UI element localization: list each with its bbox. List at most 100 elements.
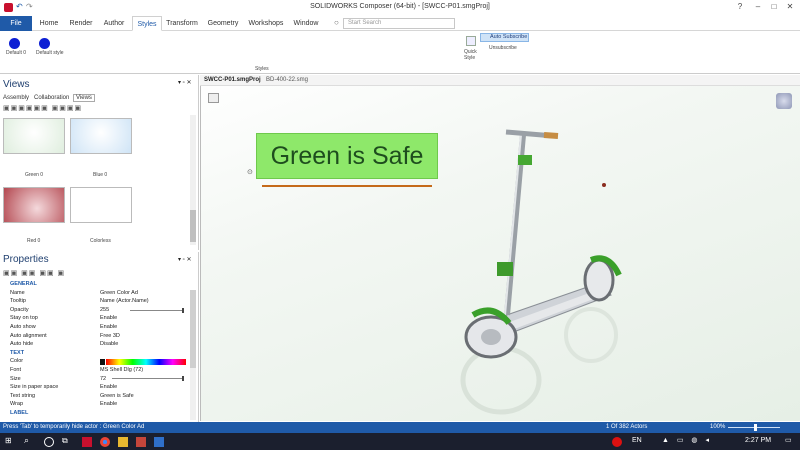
composer-taskbar-icon[interactable] <box>82 437 92 447</box>
style-swatch-default-style[interactable] <box>39 38 50 49</box>
tab-geometry[interactable]: Geometry <box>204 16 242 31</box>
tab-window[interactable]: Window <box>290 16 322 31</box>
tab-views[interactable]: Views <box>73 94 95 102</box>
property-section[interactable]: TEXT <box>4 350 190 358</box>
cortana-icon[interactable] <box>44 437 54 447</box>
property-key: Auto hide <box>10 341 34 348</box>
search-icon[interactable]: ⌕ <box>24 435 34 445</box>
tab-author[interactable]: Author <box>98 16 130 31</box>
property-value[interactable]: MS Shell Dlg (72) <box>100 367 143 373</box>
view-thumb-green[interactable] <box>3 118 65 154</box>
property-row[interactable]: Wrap Enable <box>4 401 190 409</box>
properties-toolbar[interactable]: ▣▣ ▣▣ ▣▣ ▣ <box>3 269 65 277</box>
properties-scrollbar[interactable] <box>190 290 196 420</box>
property-value[interactable]: 255 <box>100 307 109 313</box>
property-value[interactable]: Free 3D <box>100 333 120 339</box>
property-row[interactable]: Size 72 <box>4 376 190 384</box>
property-key: LABEL <box>10 410 29 416</box>
close-button[interactable]: ✕ <box>780 2 800 14</box>
tab-collaboration[interactable]: Collaboration <box>34 95 69 101</box>
property-key: TEXT <box>10 349 25 356</box>
opacity-slider[interactable] <box>130 308 184 313</box>
property-key: Text string <box>10 392 36 399</box>
view-thumb-red[interactable] <box>3 187 65 223</box>
property-value[interactable]: Enable <box>100 384 117 390</box>
property-row[interactable]: Auto hide Disable <box>4 341 190 349</box>
zoom-slider[interactable] <box>728 424 780 431</box>
property-row[interactable]: Stay on top Enable <box>4 315 190 323</box>
property-section[interactable]: GENERAL <box>4 281 190 289</box>
styles-group-label: Styles <box>255 66 269 72</box>
help-icon[interactable]: ? <box>730 2 750 14</box>
unsubscribe-button[interactable]: Unsubscribe <box>489 45 517 51</box>
property-value[interactable]: Disable <box>100 341 118 347</box>
quick-style-icon[interactable] <box>466 36 476 46</box>
views-toolbar[interactable]: ▣▣▣▣▣▣ ▣▣▣▣ <box>3 104 82 112</box>
property-key: Color <box>10 358 24 365</box>
property-key: Size in paper space <box>10 384 59 391</box>
notification-icon[interactable]: ▭ <box>785 436 792 444</box>
property-row[interactable]: Tooltip Name (Actor.Name) <box>4 298 190 306</box>
quick-style-button[interactable]: Quick Style <box>464 49 484 61</box>
tab-render[interactable]: Render <box>66 16 96 31</box>
view-cube-icon[interactable] <box>776 93 792 109</box>
windows-taskbar: ⊞ ⌕ ⧉ EN ▲ ▭ ◍ ◂ 2:27 PM ▭ <box>0 433 800 450</box>
property-key: Size <box>10 375 21 382</box>
tab-file[interactable]: File <box>0 16 32 31</box>
record-icon[interactable] <box>612 437 622 447</box>
property-value[interactable]: Green is Safe <box>100 393 134 399</box>
views-scrollbar[interactable] <box>190 115 196 245</box>
task-view-icon[interactable]: ⧉ <box>62 436 72 446</box>
viewport-home-icon[interactable] <box>208 93 219 103</box>
tab-styles[interactable]: Styles <box>132 16 162 31</box>
property-row[interactable]: Auto alignment Free 3D <box>4 333 190 341</box>
property-row[interactable]: Size in paper space Enable <box>4 384 190 392</box>
tab-transform[interactable]: Transform <box>164 16 200 31</box>
status-bar: Press 'Tab' to temporarily hide actor : … <box>0 422 800 433</box>
view-label-blue: Blue 0 <box>93 172 108 178</box>
property-value[interactable]: Name (Actor.Name) <box>100 298 149 304</box>
property-key: Wrap <box>10 401 24 408</box>
property-value[interactable]: 72 <box>100 376 106 382</box>
auto-subscribe-button[interactable]: Auto Subscribe <box>480 33 529 42</box>
property-row[interactable]: Text string Green is Safe <box>4 393 190 401</box>
property-row[interactable]: Name Green Color Ad <box>4 290 190 298</box>
color-swatch[interactable] <box>100 359 105 365</box>
property-row[interactable]: Font MS Shell Dlg (72) <box>4 367 190 375</box>
lightbulb-icon: ○ <box>334 18 339 27</box>
doc-tab-project[interactable]: SWCC-P01.smgProj <box>204 77 261 83</box>
document-tabs: SWCC-P01.smgProj BD-400-22.smg <box>200 75 800 86</box>
tab-home[interactable]: Home <box>34 16 64 31</box>
property-value[interactable]: Green Color Ad <box>100 290 138 296</box>
view-thumb-blue[interactable] <box>70 118 132 154</box>
view-label-colorless: Colorless <box>90 238 111 244</box>
color-spectrum[interactable] <box>106 359 186 365</box>
doc-tab-smg[interactable]: BD-400-22.smg <box>266 77 308 83</box>
chrome-taskbar-icon[interactable] <box>100 437 110 447</box>
app-taskbar-icon[interactable] <box>136 437 146 447</box>
size-slider[interactable] <box>112 376 184 381</box>
property-value[interactable]: Enable <box>100 401 117 407</box>
language-indicator[interactable]: EN <box>632 437 642 444</box>
property-section[interactable]: LABEL <box>4 410 190 418</box>
view-thumb-colorless[interactable] <box>70 187 132 223</box>
3d-viewport[interactable]: ⊙ <box>200 75 800 421</box>
actor-count: 1 Of 382 Actors <box>606 424 648 430</box>
search-input[interactable]: Start Search <box>343 18 455 29</box>
properties-panel-title: Properties <box>3 254 49 265</box>
style-swatch-default-0[interactable] <box>9 38 20 49</box>
tab-workshops[interactable]: Workshops <box>246 16 286 31</box>
panel-pin-icon[interactable]: ▾ ▫ ✕ <box>178 256 192 263</box>
property-row[interactable]: Auto show Enable <box>4 324 190 332</box>
annotation-text-box[interactable]: Green is Safe <box>256 133 438 179</box>
property-value[interactable]: Enable <box>100 315 117 321</box>
panel-pin-icon[interactable]: ▾ ▫ ✕ <box>178 79 192 86</box>
file-explorer-icon[interactable] <box>118 437 128 447</box>
system-tray-icons[interactable]: ▲ ▭ ◍ ◂ <box>662 436 712 444</box>
scooter-model[interactable] <box>201 75 800 421</box>
windows-start-icon[interactable]: ⊞ <box>5 436 15 446</box>
tab-assembly[interactable]: Assembly <box>3 95 29 101</box>
app-taskbar-icon[interactable] <box>154 437 164 447</box>
zoom-level: 100% <box>710 424 726 430</box>
property-value[interactable]: Enable <box>100 324 117 330</box>
